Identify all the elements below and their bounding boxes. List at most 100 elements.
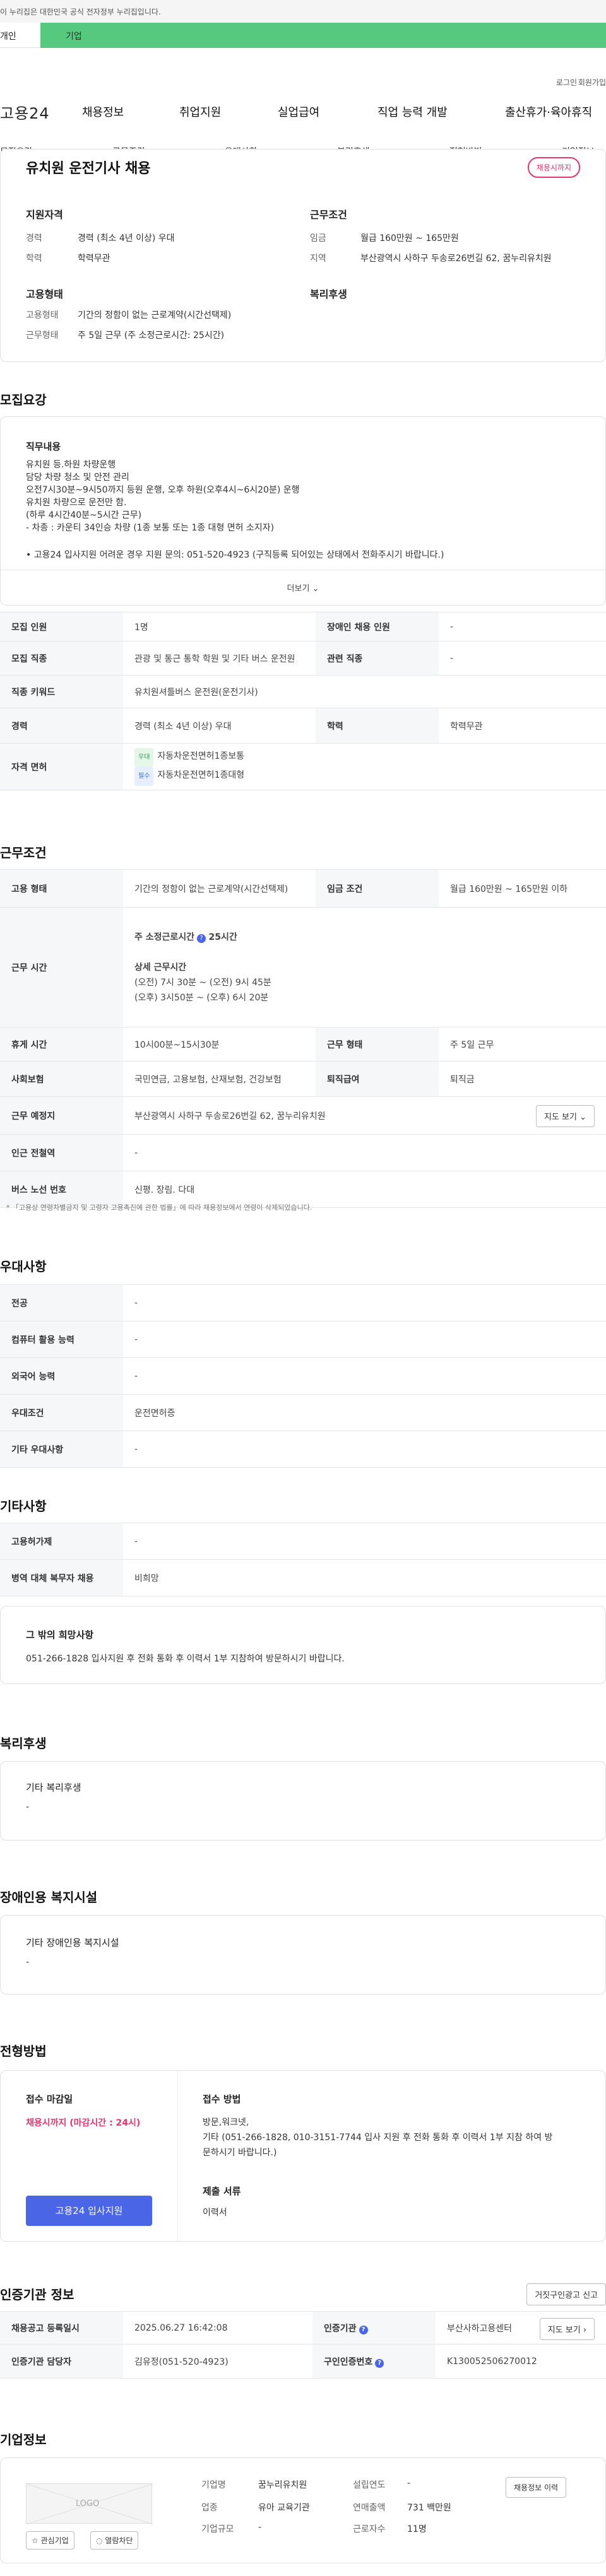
prefer-heading: 우대사항 (0, 1259, 47, 1274)
company-card: LOGO ☆ 관심기업 ◌ 열람차단 기업명 꿈누리유치원 설립연도 - 업종 … (0, 2457, 606, 2563)
apply-button[interactable]: 고용24 입사지원 (26, 2196, 152, 2226)
etc-heading: 기타사항 (0, 1499, 47, 1514)
table-key: 기타 우대사항 (0, 1431, 123, 1468)
gov-banner-text: 이 누리집은 대한민국 공식 전자정부 누리집입니다. (0, 8, 161, 16)
table-key: 고용허가제 (0, 1523, 123, 1560)
block-view-button[interactable]: ◌ 열람차단 (90, 2531, 139, 2550)
table-row: 기타 우대사항 - (0, 1431, 606, 1468)
method-line: 방문,워크넷, (203, 2117, 249, 2128)
table-key: 컴퓨터 활용 능력 (0, 1321, 123, 1358)
method-line: 기타 (051-266-1828, 010-3151-7744 입사 지원 후 … (203, 2133, 553, 2143)
table-row: 근무 예정지 부산광역시 사하구 두송로26번길 62, 꿈누리유치원 지도 보… (0, 1096, 606, 1135)
table-key: 채용공고 등록일시 (0, 2311, 123, 2345)
detail-hours-line: (오후) 3시50분 ~ (오후) 6시 20분 (134, 992, 269, 1003)
menu-vocational-training[interactable]: 직업 능력 개발 (377, 103, 448, 120)
table-row: 외국어 능력 - (0, 1357, 606, 1395)
table-value: K130052506270012 (436, 2344, 606, 2379)
deadline-title: 접수 마감일 (26, 2093, 73, 2105)
license-item: 필수 자동차운전면허1종대형 (134, 766, 595, 786)
duty-contact: • 고용24 입사지원 어려운 경우 지원 문의: 051-520-4923 (… (26, 550, 444, 560)
gov-banner: 이 누리집은 대한민국 공식 전자정부 누리집입니다. (0, 0, 606, 23)
tab-company[interactable]: 기업 (66, 30, 82, 42)
recruit-table: 모집 인원 1명 장애인 채용 인원 - 모집 직종 관광 및 통근 통학 학원… (0, 612, 606, 790)
table-key: 우대조건 (0, 1394, 123, 1431)
sales-key: 연매출액 (353, 2503, 386, 2513)
table-key: 직종 키워드 (0, 675, 123, 708)
more-button[interactable]: 더보기 ⌄ (1, 570, 605, 605)
industry-key: 업종 (201, 2503, 218, 2513)
career-key: 경력 (26, 233, 42, 243)
join-link[interactable]: 회원가입 (578, 77, 606, 88)
table-value: 국민연금, 고용보험, 산재보험, 건강보험 (123, 1061, 316, 1097)
duty-line: 유치원 차량으로 운전만 함. (26, 498, 127, 508)
tab-personal[interactable]: 개인 (0, 23, 40, 48)
hope-title: 그 밖의 희망사항 (26, 1629, 94, 1641)
work-place: 부산광역시 사하구 두송로26번길 62, 꿈누리유치원 지도 보기 ⌄ (123, 1096, 606, 1135)
report-false-ad-button[interactable]: 거짓구인광고 신고 (526, 2283, 606, 2305)
table-row: 우대조건 운전면허증 (0, 1394, 606, 1431)
table-value: 김유정(051-520-4923) (123, 2344, 312, 2379)
logo-placeholder-text: LOGO (76, 2499, 100, 2509)
employees-key: 근로자수 (353, 2524, 386, 2534)
map-view-button[interactable]: 지도 보기 ⌄ (536, 1105, 595, 1127)
work-hours-key: 근무형태 (26, 331, 59, 341)
table-value: 유치원셔틀버스 운전원(운전기사) (123, 675, 606, 708)
table-value: 1명 (123, 612, 316, 641)
method-line: 문하시기 바랍니다.) (203, 2148, 277, 2158)
sales-value: 731 백만원 (407, 2503, 451, 2513)
help-icon[interactable]: ? (359, 2325, 368, 2334)
work-condition-title: 근무조건 (310, 209, 347, 221)
table-key: 경력 (0, 708, 123, 744)
agency-key-label: 인증기관 (324, 2323, 357, 2334)
region-value: 부산광역시 사하구 두송로26번길 62, 꿈누리유치원 (360, 254, 552, 264)
table-key: 근무 예정지 (0, 1096, 123, 1135)
site-logo[interactable]: 고용24 (0, 101, 50, 123)
hiring-history-button[interactable]: 채용정보 이력 (506, 2477, 567, 2498)
help-icon[interactable]: ? (197, 934, 206, 943)
agency-heading: 인증기관 정보 (0, 2287, 74, 2302)
table-row: 근무 시간 주 소정근로시간? 25시간 상세 근무시간 (오전) 7시 30분… (0, 907, 606, 1027)
table-value: 학력무관 (439, 708, 606, 744)
table-value: 2025.06.27 16:42:08 (123, 2311, 312, 2345)
agency-map-button[interactable]: 지도 보기 › (539, 2318, 595, 2340)
table-key: 외국어 능력 (0, 1357, 123, 1395)
table-key: 고용 형태 (0, 869, 123, 908)
table-key: 퇴직급여 (316, 1061, 439, 1097)
work-time-detail: 주 소정근로시간? 25시간 상세 근무시간 (오전) 7시 30분 ~ (오전… (123, 907, 606, 1027)
table-value: - (123, 1431, 606, 1468)
favorite-company-button[interactable]: ☆ 관심기업 (26, 2531, 74, 2550)
license-list: 우대 자동차운전면허1종보통 필수 자동차운전면허1종대형 (123, 743, 606, 790)
cert-no-label: 구인인증번호 (324, 2356, 373, 2367)
employees-value: 11명 (407, 2524, 427, 2534)
license-name: 자동차운전면허1종대형 (157, 770, 245, 780)
duty-line: 오전7시30분~9시50까지 등원 운행, 오후 하원(오후4시~6시20분) … (26, 485, 300, 495)
table-value: 10시00분~15시30분 (123, 1027, 316, 1062)
table-key: 자격 면허 (0, 743, 123, 790)
employ-type-value: 기간의 정함이 없는 근로계약(시간선택제) (78, 310, 232, 320)
deadline-value: 채용시까지 (마감시간 : 24시) (26, 2118, 141, 2128)
menu-employment-support[interactable]: 취업지원 (179, 103, 221, 120)
login-link[interactable]: 로그인 (556, 77, 577, 88)
duty-line: (하루 4시간40분~5시간 근무) (26, 510, 142, 520)
table-value: - (123, 1134, 606, 1171)
agency-name: 부산사하고용센터 (447, 2323, 513, 2334)
table-row: 직종 키워드 유치원셔틀버스 운전원(운전기사) (0, 675, 606, 708)
qualification-title: 지원자격 (26, 209, 63, 221)
table-value: 운전면허증 (123, 1394, 606, 1431)
license-item: 우대 자동차운전면허1종보통 (134, 747, 595, 767)
age-notice: * 「고용상 연령차별금지 및 고령자 고용촉진에 관한 법률」에 따라 채용정… (6, 1203, 312, 1212)
edu-value: 학력무관 (78, 254, 110, 264)
welfare-card: 기타 복리후생 - (0, 1761, 606, 1841)
menu-parental-leave[interactable]: 출산휴가·육아휴직 (505, 103, 592, 120)
disabled-heading: 장애인용 복지시설 (0, 1890, 98, 1905)
help-icon[interactable]: ? (375, 2358, 384, 2368)
duty-line: 담당 차량 청소 및 안전 관리 (26, 472, 129, 483)
table-key: 장애인 채용 인원 (316, 612, 439, 641)
table-value: 경력 (최소 4년 이상) 우대 (123, 708, 316, 744)
table-key: 학력 (316, 708, 439, 744)
table-key: 전공 (0, 1284, 123, 1321)
license-tag: 우대 (134, 747, 154, 767)
menu-jobs[interactable]: 채용정보 (82, 103, 124, 120)
table-row: 전공 - (0, 1284, 606, 1321)
menu-unemployment-benefit[interactable]: 실업급여 (278, 103, 319, 120)
